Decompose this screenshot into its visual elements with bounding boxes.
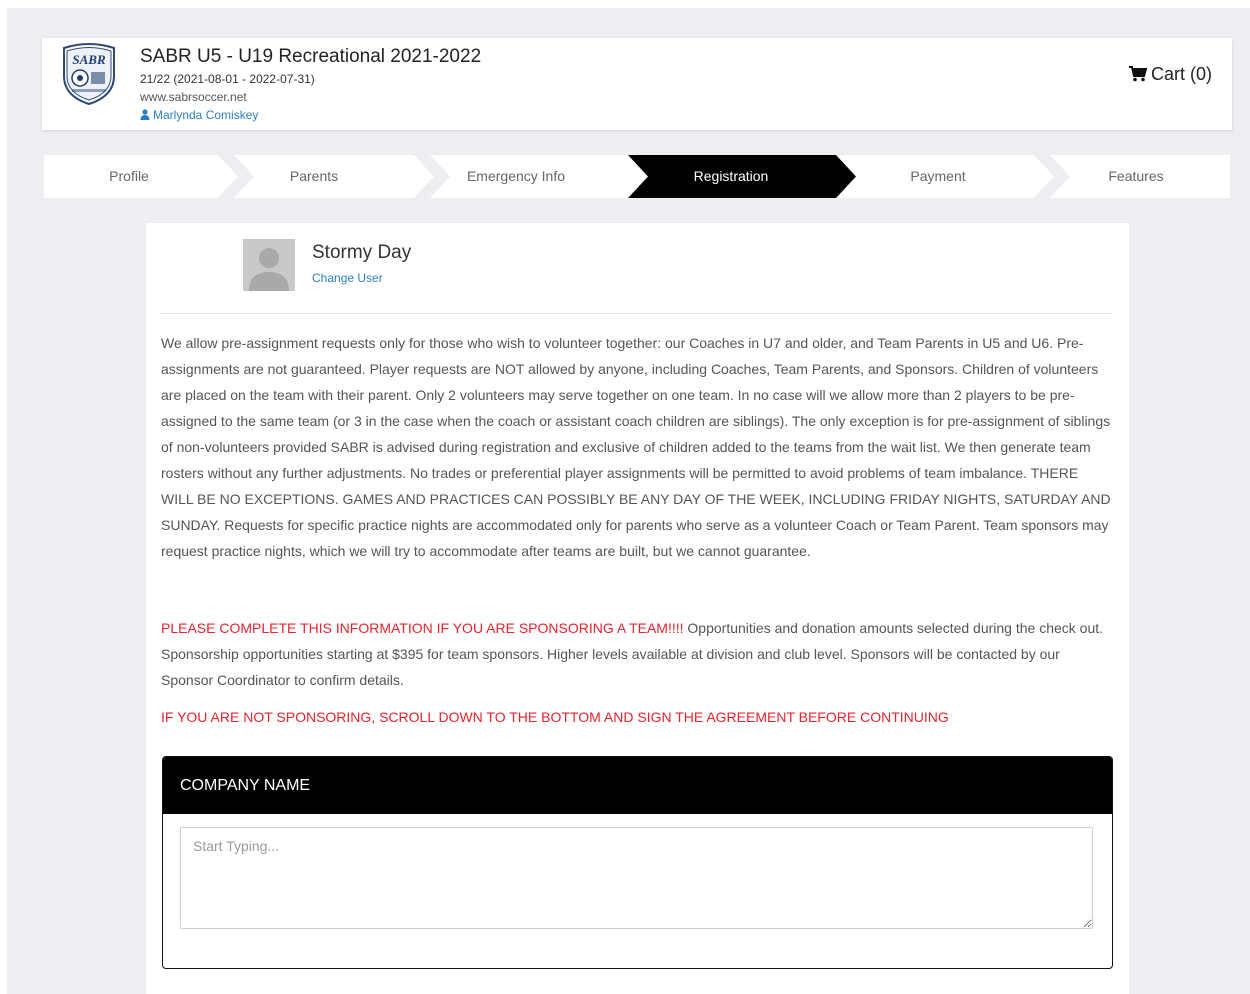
- step-label: Payment: [910, 168, 966, 184]
- logo-text: SABR: [72, 52, 106, 67]
- user-icon: [140, 109, 150, 120]
- not-sponsoring-alert: IF YOU ARE NOT SPONSORING, SCROLL DOWN T…: [161, 709, 949, 725]
- step-registration[interactable]: Registration: [648, 155, 814, 198]
- avatar: [243, 239, 295, 291]
- cart-icon: [1128, 66, 1147, 82]
- sabr-logo: SABR: [63, 43, 115, 106]
- season-dates: 21/22 (2021-08-01 - 2022-07-31): [140, 72, 315, 86]
- sponsor-info: PLEASE COMPLETE THIS INFORMATION IF YOU …: [161, 615, 1113, 693]
- preassignment-policy-text: We allow pre-assignment requests only fo…: [161, 335, 1111, 559]
- website-text: www.sabrsoccer.net: [140, 90, 247, 104]
- step-parents[interactable]: Parents: [234, 155, 394, 198]
- step-label: Parents: [289, 168, 339, 184]
- cart-button[interactable]: Cart (0): [1128, 64, 1212, 85]
- sponsor-alert: PLEASE COMPLETE THIS INFORMATION IF YOU …: [161, 620, 684, 636]
- person-silhouette-icon: [249, 248, 289, 291]
- cart-label: Cart (0): [1150, 64, 1212, 84]
- step-profile[interactable]: Profile: [44, 155, 214, 198]
- change-user-link[interactable]: Change User: [312, 271, 383, 285]
- account-user-name: Marlynda Comiskey: [153, 108, 259, 122]
- company-name-heading: COMPANY NAME: [163, 757, 1112, 814]
- company-name-panel: COMPANY NAME: [162, 756, 1113, 969]
- step-label: Features: [1108, 168, 1164, 184]
- company-name-input[interactable]: [180, 827, 1093, 929]
- org-header: SABR SABR U5 - U19 Recreational 2021-202…: [42, 38, 1232, 130]
- step-payment[interactable]: Payment: [858, 155, 1018, 198]
- step-label: Emergency Info: [466, 168, 566, 184]
- account-user-link[interactable]: Marlynda Comiskey: [140, 108, 258, 122]
- org-title: SABR U5 - U19 Recreational 2021-2022: [140, 46, 482, 67]
- divider: [161, 313, 1113, 314]
- player-name: Stormy Day: [312, 242, 412, 263]
- step-label: Registration: [693, 168, 769, 184]
- step-features[interactable]: Features: [1054, 155, 1218, 198]
- step-label: Profile: [109, 168, 149, 184]
- registration-content: Stormy Day Change User We allow pre-assi…: [146, 223, 1129, 994]
- registration-steps: Profile Parents Emergency Info Registrat…: [44, 155, 1230, 198]
- step-emergency-info[interactable]: Emergency Info: [436, 155, 596, 198]
